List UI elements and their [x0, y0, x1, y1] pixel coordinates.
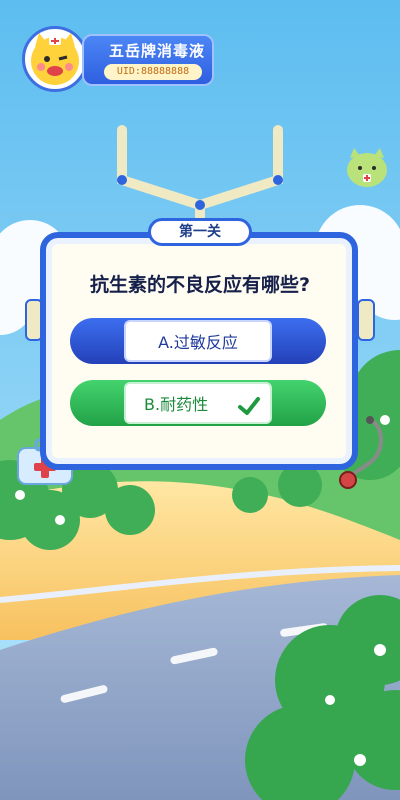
level-label: 第一关 — [148, 218, 252, 246]
profile-name-card: 五岳牌消毒液 UID:88888888 — [82, 34, 214, 86]
answer-option-a-label: A.过敏反应 — [124, 320, 272, 362]
player-profile: 五岳牌消毒液 UID:88888888 — [22, 22, 214, 94]
answer-option-b[interactable]: B.耐药性 — [70, 380, 326, 426]
mascot-avatar-icon — [31, 33, 79, 85]
player-uid: UID:88888888 — [104, 64, 202, 80]
check-icon — [238, 397, 260, 415]
question-text: 抗生素的不良反应有哪些? — [89, 274, 311, 296]
avatar[interactable] — [22, 26, 88, 92]
answer-option-b-face: B.耐药性 — [124, 382, 272, 424]
player-name: 五岳牌消毒液 — [108, 42, 205, 60]
answer-option-a[interactable]: A.过敏反应 — [70, 318, 326, 364]
mascot-icon — [347, 148, 387, 187]
answer-option-b-label: B.耐药性 — [144, 395, 209, 414]
